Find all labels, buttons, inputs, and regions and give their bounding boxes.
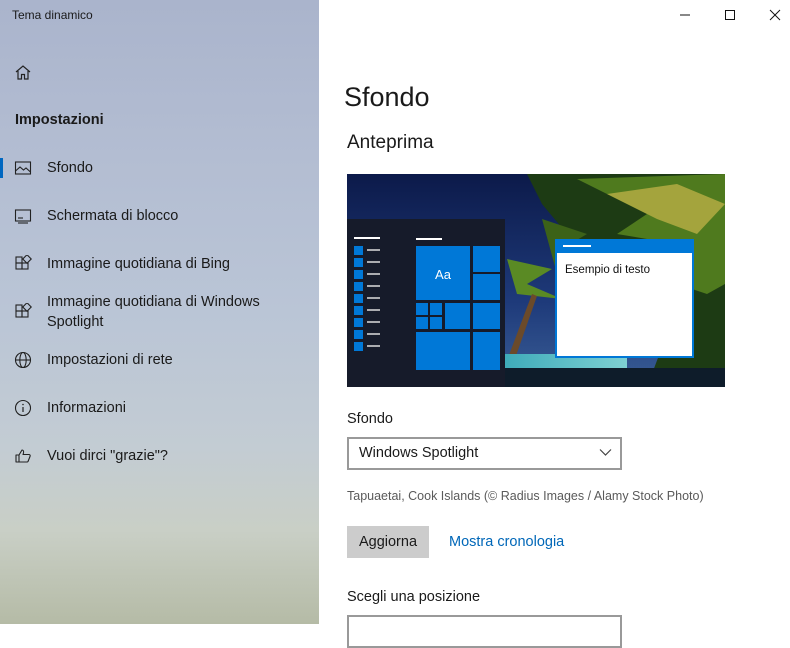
position-dropdown[interactable] xyxy=(347,615,622,648)
apps-icon xyxy=(14,301,33,321)
sidebar-item-label: Vuoi dirci "grazie"? xyxy=(47,448,168,464)
background-dropdown-value: Windows Spotlight xyxy=(359,445,479,461)
sidebar-item-label: Sfondo xyxy=(47,160,93,176)
maximize-button[interactable] xyxy=(707,0,753,30)
minimize-button[interactable] xyxy=(662,0,708,30)
home-icon[interactable] xyxy=(12,62,34,84)
sidebar-item-informazioni[interactable]: Informazioni xyxy=(0,388,319,428)
preview-sample-text: Esempio di testo xyxy=(565,264,650,276)
image-caption: Tapuaetai, Cook Islands (© Radius Images… xyxy=(347,489,704,503)
background-preview: Aa Esempio di testo xyxy=(347,174,725,387)
sidebar-section-title: Impostazioni xyxy=(15,112,104,128)
preview-tile-label: Aa xyxy=(435,267,452,282)
sidebar-item-bing[interactable]: Immagine quotidiana di Bing xyxy=(0,244,319,284)
lockscreen-icon xyxy=(14,207,32,225)
sidebar-item-label: Impostazioni di rete xyxy=(47,352,173,368)
sidebar-item-label: Immagine quotidiana di Windows Spotlight xyxy=(47,294,260,330)
close-icon xyxy=(769,9,781,21)
maximize-icon xyxy=(725,10,735,20)
app-title: Tema dinamico xyxy=(12,8,93,22)
preview-heading: Anteprima xyxy=(347,132,434,153)
info-icon xyxy=(14,399,32,417)
sidebar: Tema dinamico Impostazioni Sfondo Scherm… xyxy=(0,0,319,624)
sidebar-item-schermata-di-blocco[interactable]: Schermata di blocco xyxy=(0,196,319,236)
show-history-link[interactable]: Mostra cronologia xyxy=(449,534,564,550)
sidebar-item-label: Schermata di blocco xyxy=(47,208,179,224)
page-title: Sfondo xyxy=(344,82,430,112)
sidebar-item-spotlight[interactable]: Immagine quotidiana di Windows Spotlight xyxy=(0,292,319,332)
sidebar-item-label: Informazioni xyxy=(47,400,126,416)
sidebar-item-grazie[interactable]: Vuoi dirci "grazie"? xyxy=(0,436,319,476)
globe-icon xyxy=(14,351,32,369)
refresh-button[interactable]: Aggiorna xyxy=(347,526,429,558)
sidebar-item-rete[interactable]: Impostazioni di rete xyxy=(0,340,319,380)
preview-image: Aa Esempio di testo xyxy=(347,174,725,387)
sidebar-item-label: Immagine quotidiana di Bing xyxy=(47,256,230,272)
position-label: Scegli una posizione xyxy=(347,589,481,605)
minimize-icon xyxy=(680,14,690,16)
background-dropdown[interactable]: Windows Spotlight xyxy=(347,437,622,470)
chevron-down-icon xyxy=(599,449,612,456)
background-label: Sfondo xyxy=(347,411,393,427)
apps-icon xyxy=(14,253,33,273)
close-button[interactable] xyxy=(752,0,790,30)
thumbs-up-icon xyxy=(14,447,32,465)
picture-icon xyxy=(14,159,32,177)
sidebar-item-sfondo[interactable]: Sfondo xyxy=(0,148,319,188)
